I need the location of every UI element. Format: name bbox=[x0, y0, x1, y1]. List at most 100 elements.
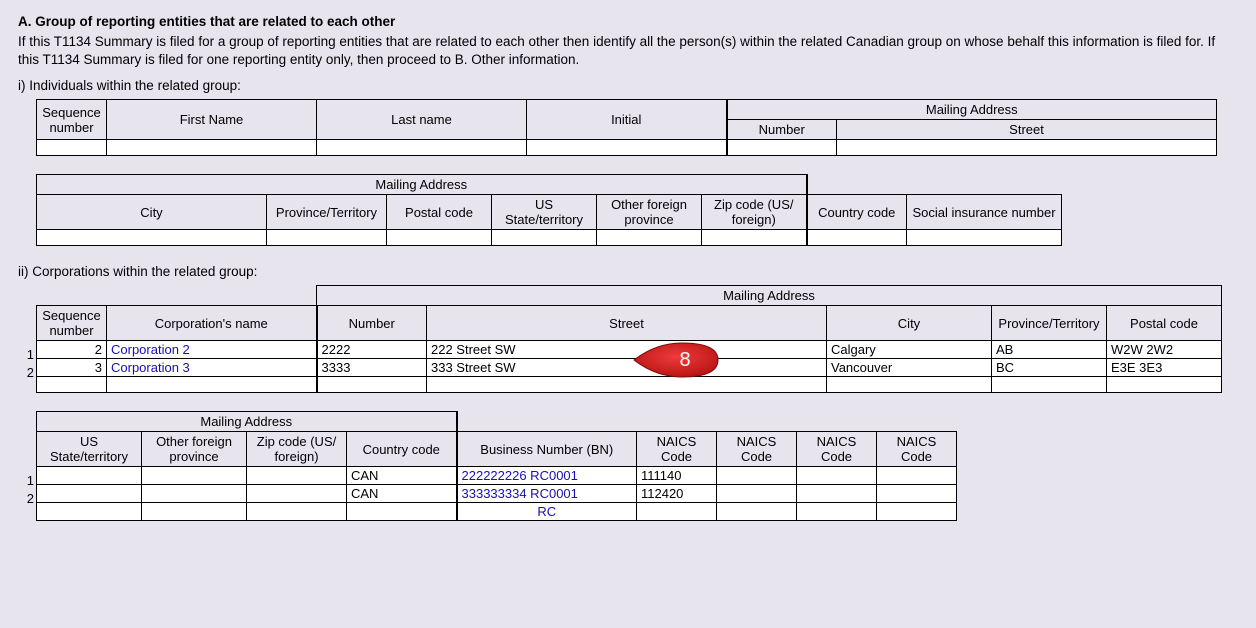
corp-link[interactable]: Corporation 3 bbox=[111, 360, 190, 375]
cell-zip[interactable] bbox=[247, 503, 347, 521]
col-other-foreign: Other foreign province bbox=[597, 195, 702, 230]
cell-naics2[interactable] bbox=[717, 485, 797, 503]
cell-naics3[interactable] bbox=[797, 485, 877, 503]
cell-naics1[interactable]: 111140 bbox=[637, 467, 717, 485]
cell-bn[interactable]: 222222226 RC0001 bbox=[457, 467, 637, 485]
cell-street[interactable] bbox=[427, 377, 827, 393]
col-us-state-2: US State/territory bbox=[37, 432, 142, 467]
col-mailing-address-4: Mailing Address bbox=[37, 412, 457, 432]
col-naics-4: NAICS Code bbox=[877, 432, 957, 467]
table-row: CAN 222222226 RC0001 111140 bbox=[37, 467, 957, 485]
bn-link[interactable]: 333333334 RC0001 bbox=[462, 486, 578, 501]
col-zip: Zip code (US/ foreign) bbox=[702, 195, 807, 230]
cell-country[interactable]: CAN bbox=[347, 485, 457, 503]
cell-zip[interactable] bbox=[702, 230, 807, 246]
cell-us-state[interactable] bbox=[37, 503, 142, 521]
corporations-table-2: Mailing Address US State/territory Other… bbox=[36, 411, 957, 521]
cell-seq[interactable]: 3 bbox=[37, 359, 107, 377]
table-row: CAN 333333334 RC0001 112420 bbox=[37, 485, 957, 503]
cell-number[interactable]: 2222 bbox=[317, 341, 427, 359]
cell-city[interactable]: Calgary bbox=[827, 341, 992, 359]
cell-naics2[interactable] bbox=[717, 503, 797, 521]
cell-first-name[interactable] bbox=[107, 140, 317, 156]
col-zip-2: Zip code (US/ foreign) bbox=[247, 432, 347, 467]
cell-bn[interactable]: 333333334 RC0001 bbox=[457, 485, 637, 503]
cell-other-foreign[interactable] bbox=[142, 467, 247, 485]
cell-postal[interactable]: E3E 3E3 bbox=[1107, 359, 1222, 377]
col-last-name: Last name bbox=[317, 100, 527, 140]
col-postal: Postal code bbox=[387, 195, 492, 230]
cell-corp-name[interactable] bbox=[107, 377, 317, 393]
cell-corp-name[interactable]: Corporation 2 bbox=[107, 341, 317, 359]
col-city-2: City bbox=[827, 306, 992, 341]
col-street-2: Street bbox=[427, 306, 827, 341]
bn-footer-link[interactable]: RC bbox=[537, 504, 556, 519]
cell-street[interactable] bbox=[837, 140, 1217, 156]
col-corp-name: Corporation's name bbox=[107, 306, 317, 341]
col-mailing-address: Mailing Address bbox=[727, 100, 1217, 120]
cell-seq[interactable] bbox=[37, 377, 107, 393]
corporations-table-1: Mailing Address Sequence number Corporat… bbox=[36, 285, 1222, 393]
col-mailing-address-3: Mailing Address bbox=[317, 286, 1222, 306]
cell-naics4[interactable] bbox=[877, 485, 957, 503]
cell-naics1[interactable]: 112420 bbox=[637, 485, 717, 503]
cell-naics4[interactable] bbox=[877, 503, 957, 521]
cell-us-state[interactable] bbox=[37, 485, 142, 503]
cell-prov[interactable] bbox=[267, 230, 387, 246]
cell-seq[interactable] bbox=[37, 140, 107, 156]
cell-other-foreign[interactable] bbox=[142, 503, 247, 521]
cell-city[interactable] bbox=[827, 377, 992, 393]
cell-postal[interactable] bbox=[387, 230, 492, 246]
cell-naics2[interactable] bbox=[717, 467, 797, 485]
cell-country[interactable] bbox=[807, 230, 907, 246]
cell-number[interactable] bbox=[727, 140, 837, 156]
cell-zip[interactable] bbox=[247, 485, 347, 503]
cell-number[interactable]: 3333 bbox=[317, 359, 427, 377]
cell-street[interactable]: 333 Street SW bbox=[427, 359, 827, 377]
col-country: Country code bbox=[807, 195, 907, 230]
cell-number[interactable] bbox=[317, 377, 427, 393]
cell-initial[interactable] bbox=[527, 140, 727, 156]
cell-other-foreign[interactable] bbox=[142, 485, 247, 503]
cell-postal[interactable] bbox=[1107, 377, 1222, 393]
bn-link[interactable]: 222222226 RC0001 bbox=[462, 468, 578, 483]
cell-zip[interactable] bbox=[247, 467, 347, 485]
col-prov: Province/Territory bbox=[267, 195, 387, 230]
col-country-2: Country code bbox=[347, 432, 457, 467]
cell-postal[interactable]: W2W 2W2 bbox=[1107, 341, 1222, 359]
table-row: 2 Corporation 2 2222 222 Street SW Calga… bbox=[37, 341, 1222, 359]
col-postal-2: Postal code bbox=[1107, 306, 1222, 341]
col-bn: Business Number (BN) bbox=[457, 432, 637, 467]
cell-us-state[interactable] bbox=[492, 230, 597, 246]
col-mailing-address-2: Mailing Address bbox=[37, 175, 807, 195]
cell-naics3[interactable] bbox=[797, 467, 877, 485]
cell-sin[interactable] bbox=[907, 230, 1062, 246]
col-number: Number bbox=[727, 120, 837, 140]
cell-prov[interactable] bbox=[992, 377, 1107, 393]
col-number-2: Number bbox=[317, 306, 427, 341]
row-index-1b: 1 bbox=[20, 473, 34, 488]
cell-country[interactable]: CAN bbox=[347, 467, 457, 485]
cell-country[interactable] bbox=[347, 503, 457, 521]
cell-other-foreign[interactable] bbox=[597, 230, 702, 246]
cell-city[interactable] bbox=[37, 230, 267, 246]
cell-last-name[interactable] bbox=[317, 140, 527, 156]
cell-corp-name[interactable]: Corporation 3 bbox=[107, 359, 317, 377]
cell-city[interactable]: Vancouver bbox=[827, 359, 992, 377]
cell-bn-footer[interactable]: RC bbox=[457, 503, 637, 521]
cell-naics4[interactable] bbox=[877, 467, 957, 485]
cell-naics3[interactable] bbox=[797, 503, 877, 521]
col-us-state: US State/territory bbox=[492, 195, 597, 230]
cell-naics1[interactable] bbox=[637, 503, 717, 521]
cell-prov[interactable]: BC bbox=[992, 359, 1107, 377]
section-heading: A. Group of reporting entities that are … bbox=[18, 14, 1238, 29]
corp-link[interactable]: Corporation 2 bbox=[111, 342, 190, 357]
cell-prov[interactable]: AB bbox=[992, 341, 1107, 359]
table-row: 3 Corporation 3 3333 333 Street SW Vanco… bbox=[37, 359, 1222, 377]
cell-seq[interactable]: 2 bbox=[37, 341, 107, 359]
col-seq-num-2: Sequence number bbox=[37, 306, 107, 341]
col-naics-3: NAICS Code bbox=[797, 432, 877, 467]
col-street: Street bbox=[837, 120, 1217, 140]
cell-street[interactable]: 222 Street SW bbox=[427, 341, 827, 359]
cell-us-state[interactable] bbox=[37, 467, 142, 485]
